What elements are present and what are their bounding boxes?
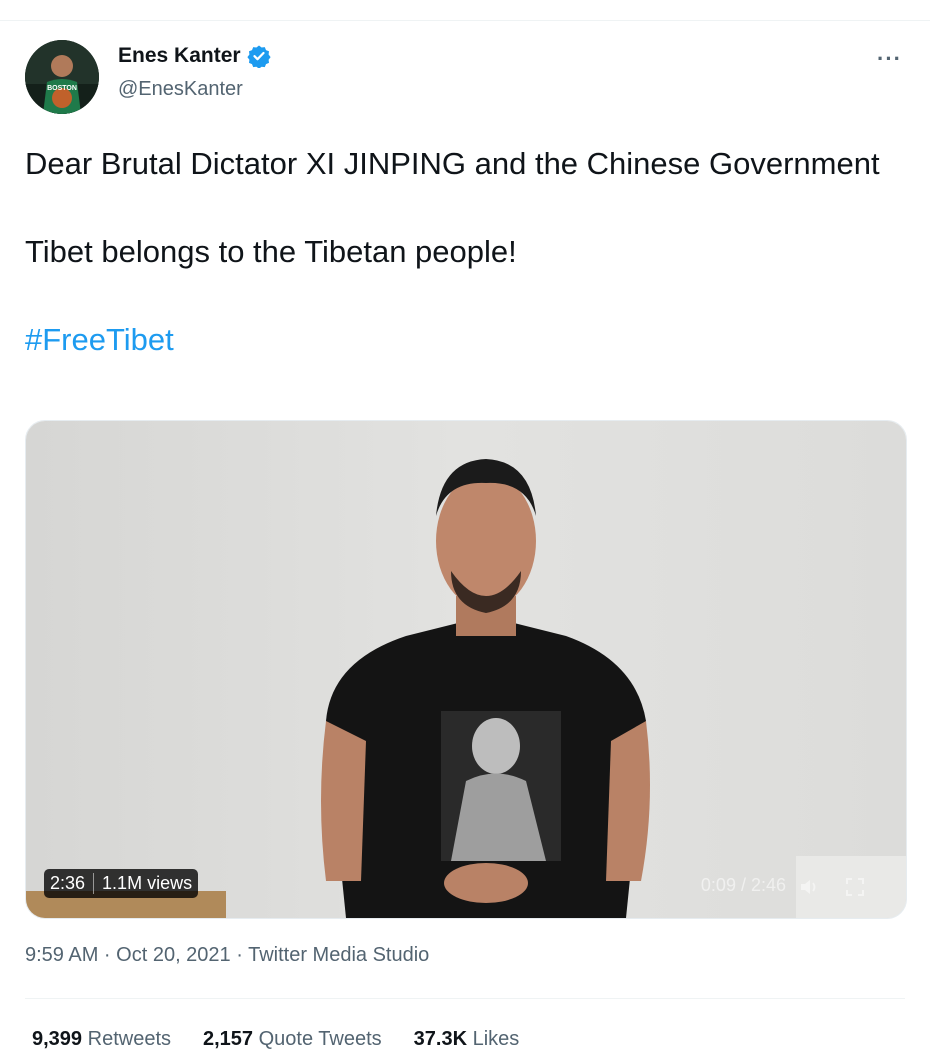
hashtag-link[interactable]: #FreeTibet	[25, 318, 885, 362]
tweet-line-1: Dear Brutal Dictator XI JINPING and the …	[25, 146, 880, 181]
more-options-icon[interactable]: ···	[877, 46, 902, 72]
meta-divider	[25, 998, 905, 999]
author-name[interactable]: Enes Kanter	[118, 44, 241, 68]
likes-label: Likes	[472, 1028, 520, 1050]
retweets-count: 9,399	[32, 1028, 83, 1050]
tweet-line-2: Tibet belongs to the Tibetan people!	[25, 234, 517, 269]
retweets-label: Retweets	[87, 1028, 171, 1050]
quote-tweets-stat[interactable]: 2,157 Quote Tweets	[203, 1028, 382, 1051]
video-badge: 2:36 1.1M views	[44, 869, 199, 898]
video-player[interactable]: 2:36 1.1M views 0:09 / 2:46	[25, 420, 907, 919]
engagement-stats: 9,399 Retweets 2,157 Quote Tweets 37.3K …	[32, 1028, 519, 1051]
video-duration: 2:36	[50, 873, 95, 894]
tweet-timestamp[interactable]: 9:59 AM · Oct 20, 2021 · Twitter Media S…	[25, 944, 429, 967]
quotes-count: 2,157	[203, 1028, 254, 1050]
top-divider	[0, 20, 930, 21]
retweets-stat[interactable]: 9,399 Retweets	[32, 1028, 171, 1051]
avatar[interactable]: BOSTON	[25, 40, 99, 114]
fullscreen-icon[interactable]	[844, 876, 866, 898]
volume-icon[interactable]	[798, 876, 820, 898]
video-frame	[26, 421, 906, 918]
quotes-label: Quote Tweets	[258, 1028, 382, 1050]
author-handle[interactable]: @EnesKanter	[118, 78, 271, 101]
tweet-text: Dear Brutal Dictator XI JINPING and the …	[25, 142, 885, 362]
likes-count: 37.3K	[413, 1028, 468, 1050]
player-time: 0:09 / 2:46	[700, 875, 786, 895]
video-views: 1.1M views	[102, 873, 193, 893]
jersey-text: BOSTON	[47, 85, 77, 92]
likes-stat[interactable]: 37.3K Likes	[414, 1028, 520, 1051]
author-block: Enes Kanter @EnesKanter	[118, 44, 271, 101]
verified-badge-icon	[246, 44, 271, 69]
